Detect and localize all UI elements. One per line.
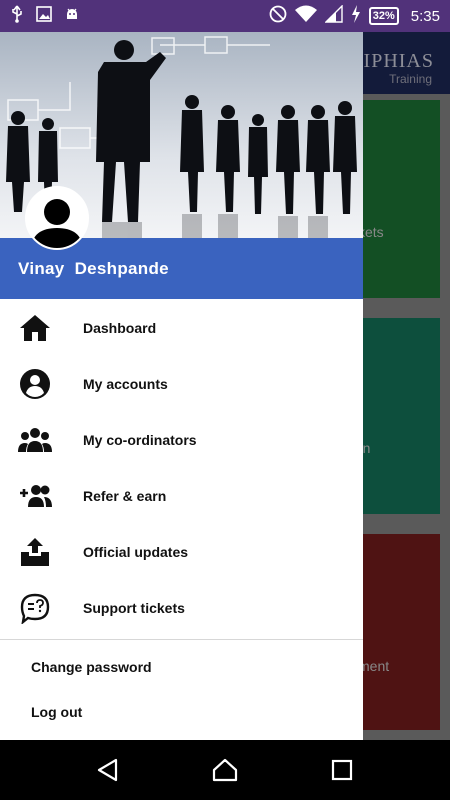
clock: 5:35 [410,7,440,25]
home-button[interactable] [205,750,245,790]
back-button[interactable] [88,750,128,790]
account-circle-icon [18,367,52,401]
inbox-upload-icon [18,535,52,569]
charging-icon [351,5,361,27]
menu-item-my-co-ordinators[interactable]: My co-ordinators [0,412,363,468]
recents-button[interactable] [322,750,362,790]
menu-label: My co-ordinators [83,432,197,448]
group-add-icon [18,479,52,513]
menu-item-log-out[interactable]: Log out [0,689,363,734]
android-icon [64,6,80,27]
menu-item-change-password[interactable]: Change password [0,644,363,689]
menu-item-my-accounts[interactable]: My accounts [0,356,363,412]
avatar[interactable] [25,186,89,250]
system-navigation-bar [0,740,450,800]
menu-label: My accounts [83,376,168,392]
image-icon [36,5,52,27]
recents-icon [331,759,352,781]
navigation-drawer: Vinay Deshpande Dashboard My accounts My… [0,32,363,740]
user-silhouette-icon [31,199,83,248]
menu-label: Official updates [83,544,189,560]
battery-indicator: 32% [368,7,399,25]
back-icon [98,758,118,782]
menu-label: Refer & earn [83,488,167,504]
menu-item-dashboard[interactable]: Dashboard [0,300,363,356]
menu-item-official-updates[interactable]: Official updates [0,524,363,580]
help-chat-icon [18,591,52,625]
menu-item-refer-earn[interactable]: Refer & earn [0,468,363,524]
menu-label: Support tickets [83,600,185,616]
group-icon [18,423,52,457]
home-icon [18,311,52,345]
drawer-secondary-menu: Change password Log out [0,640,363,734]
wifi-icon [294,5,317,27]
menu-label: Dashboard [83,320,157,336]
drawer-header: Vinay Deshpande [0,32,363,299]
home-nav-icon [212,758,238,782]
user-name: Vinay Deshpande [18,259,169,278]
menu-item-support-tickets[interactable]: Support tickets [0,580,363,636]
signal-icon [324,4,343,27]
drawer-menu: Dashboard My accounts My co-ordinators R… [0,300,363,636]
usb-icon [10,5,24,28]
do-not-disturb-icon [269,5,287,27]
status-bar: 32% 5:35 [0,0,450,32]
